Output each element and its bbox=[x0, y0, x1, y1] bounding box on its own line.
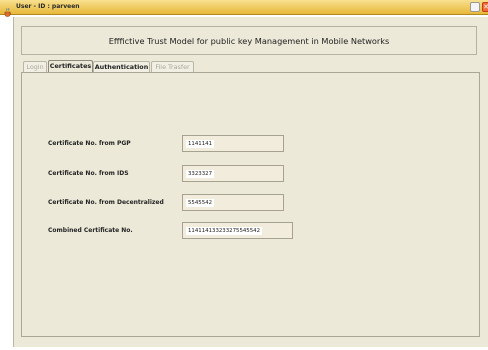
combined-certificate-value: 114114133233275545542 bbox=[186, 227, 263, 235]
ids-certificate-label: Certificate No. from IDS bbox=[48, 170, 129, 177]
certificates-panel: Certificate No. from PGP 1141141 Certifi… bbox=[21, 72, 480, 337]
combined-certificate-field[interactable]: 114114133233275545542 bbox=[182, 222, 293, 239]
java-cup-icon bbox=[3, 2, 13, 17]
ids-certificate-field[interactable]: 3323327 bbox=[182, 165, 284, 182]
decentralized-certificate-field[interactable]: 5545542 bbox=[182, 194, 284, 211]
app-title: Efffictive Trust Model for public key Ma… bbox=[108, 35, 390, 46]
title-bar[interactable]: User - ID : parveen ✕ bbox=[0, 0, 488, 17]
main-frame: Efffictive Trust Model for public key Ma… bbox=[13, 17, 488, 347]
minimize-icon[interactable] bbox=[470, 2, 480, 12]
window-title: User - ID : parveen bbox=[16, 3, 80, 10]
header-panel: Efffictive Trust Model for public key Ma… bbox=[21, 26, 477, 55]
decentralized-certificate-value: 5545542 bbox=[186, 199, 215, 207]
decentralized-certificate-label: Certificate No. from Decentralized bbox=[48, 199, 164, 206]
ids-certificate-value: 3323327 bbox=[186, 170, 215, 178]
close-icon[interactable]: ✕ bbox=[482, 2, 488, 12]
pgp-certificate-field[interactable]: 1141141 bbox=[182, 135, 284, 152]
pgp-certificate-value: 1141141 bbox=[186, 140, 215, 148]
combined-certificate-label: Combined Certificate No. bbox=[48, 227, 133, 234]
pgp-certificate-label: Certificate No. from PGP bbox=[48, 140, 131, 147]
